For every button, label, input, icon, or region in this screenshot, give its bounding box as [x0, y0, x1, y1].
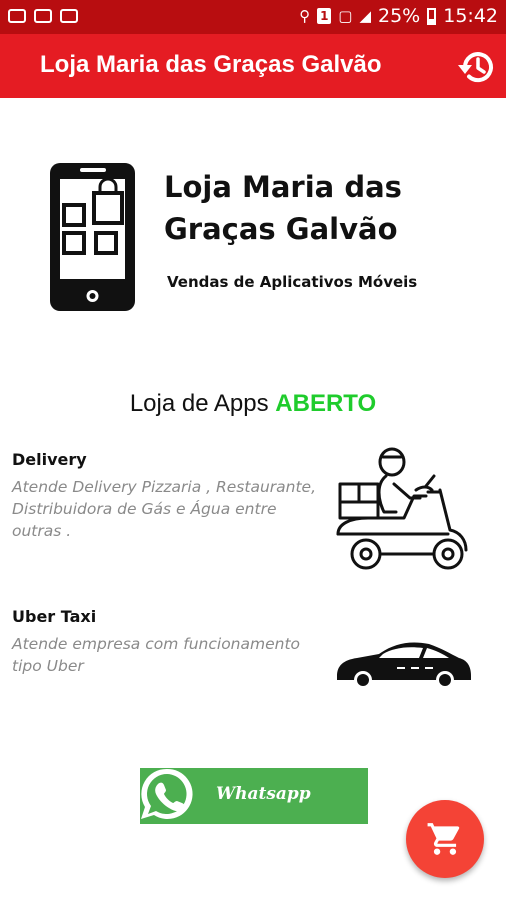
- shopping-cart-icon: [427, 823, 460, 855]
- delivery-scooter-icon: [336, 447, 468, 570]
- service-title-uber: Uber Taxi: [12, 607, 97, 626]
- brand-subtitle: Vendas de Aplicativos Móveis: [167, 273, 418, 291]
- status-bar: ⚲ 1 ▢ ◢ 25% 15:42: [0, 0, 506, 34]
- voicemail-icon: [34, 9, 52, 23]
- store-status-label: Loja de Apps: [129, 390, 269, 417]
- service-title-delivery: Delivery: [12, 450, 87, 469]
- service-desc-uber: Atende empresa com funcionamento tipo Ub…: [12, 635, 301, 675]
- app-title: Loja Maria das Graças Galvão: [40, 51, 382, 78]
- signal-icon: ◢: [359, 7, 371, 25]
- service-desc-delivery: Atende Delivery Pizzaria , Restaurante, …: [12, 478, 317, 540]
- store-status: Loja de Apps ABERTO: [0, 390, 506, 418]
- whatsapp-button[interactable]: Whatsapp: [140, 768, 368, 824]
- shop-phone-logo: [50, 163, 135, 311]
- sim-icon: 1: [317, 8, 332, 24]
- battery-icon: [427, 7, 437, 25]
- app-notification-icon: [60, 9, 78, 23]
- store-status-state: ABERTO: [275, 390, 377, 417]
- brand-name: Loja Maria das Graças Galvão: [164, 170, 402, 246]
- no-signal-icon: ▢: [338, 7, 353, 25]
- history-button[interactable]: [456, 46, 498, 88]
- app-bar: Loja Maria das Graças Galvão: [0, 34, 506, 98]
- history-icon: [458, 52, 493, 83]
- wifi-icon: ⚲: [299, 7, 311, 25]
- whatsapp-label: Whatsapp: [216, 784, 311, 804]
- cart-button[interactable]: [406, 800, 484, 878]
- battery-percent: 25%: [378, 5, 421, 27]
- whatsapp-icon: [141, 768, 193, 819]
- car-icon: [337, 642, 471, 689]
- notification-icon: [8, 9, 26, 23]
- clock: 15:42: [443, 5, 498, 27]
